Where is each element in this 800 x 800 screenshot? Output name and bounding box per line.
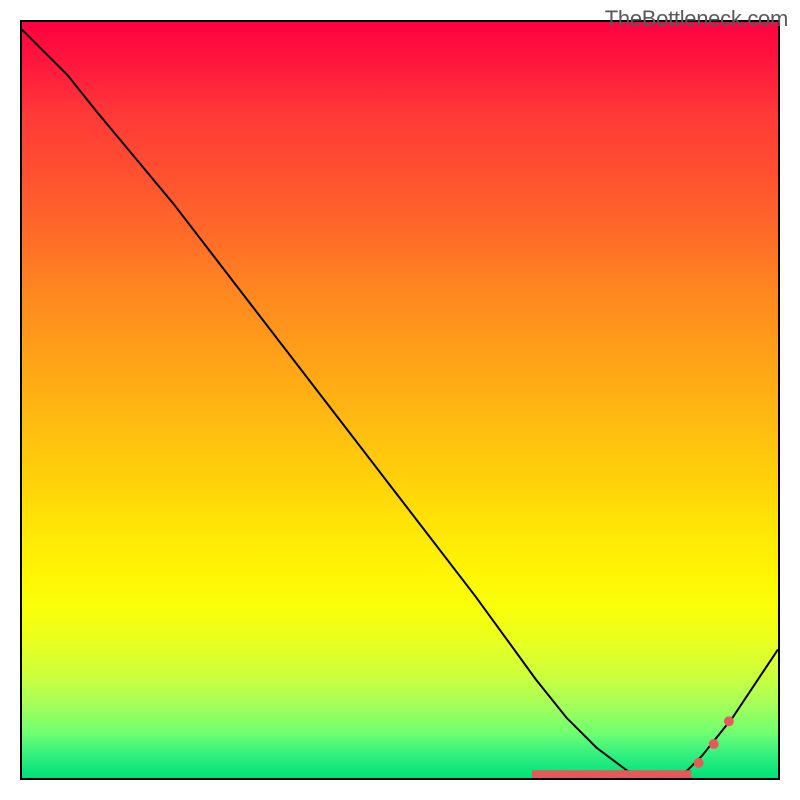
curve-marker	[724, 716, 734, 726]
markers-group	[532, 716, 734, 778]
curve-svg	[22, 22, 778, 778]
curve-marker	[683, 770, 691, 778]
bottleneck-curve-line	[22, 30, 778, 778]
watermark-text: TheBottleneck.com	[605, 6, 788, 32]
curve-marker	[694, 758, 704, 768]
chart-plot-area	[20, 20, 780, 780]
curve-marker	[709, 739, 719, 749]
